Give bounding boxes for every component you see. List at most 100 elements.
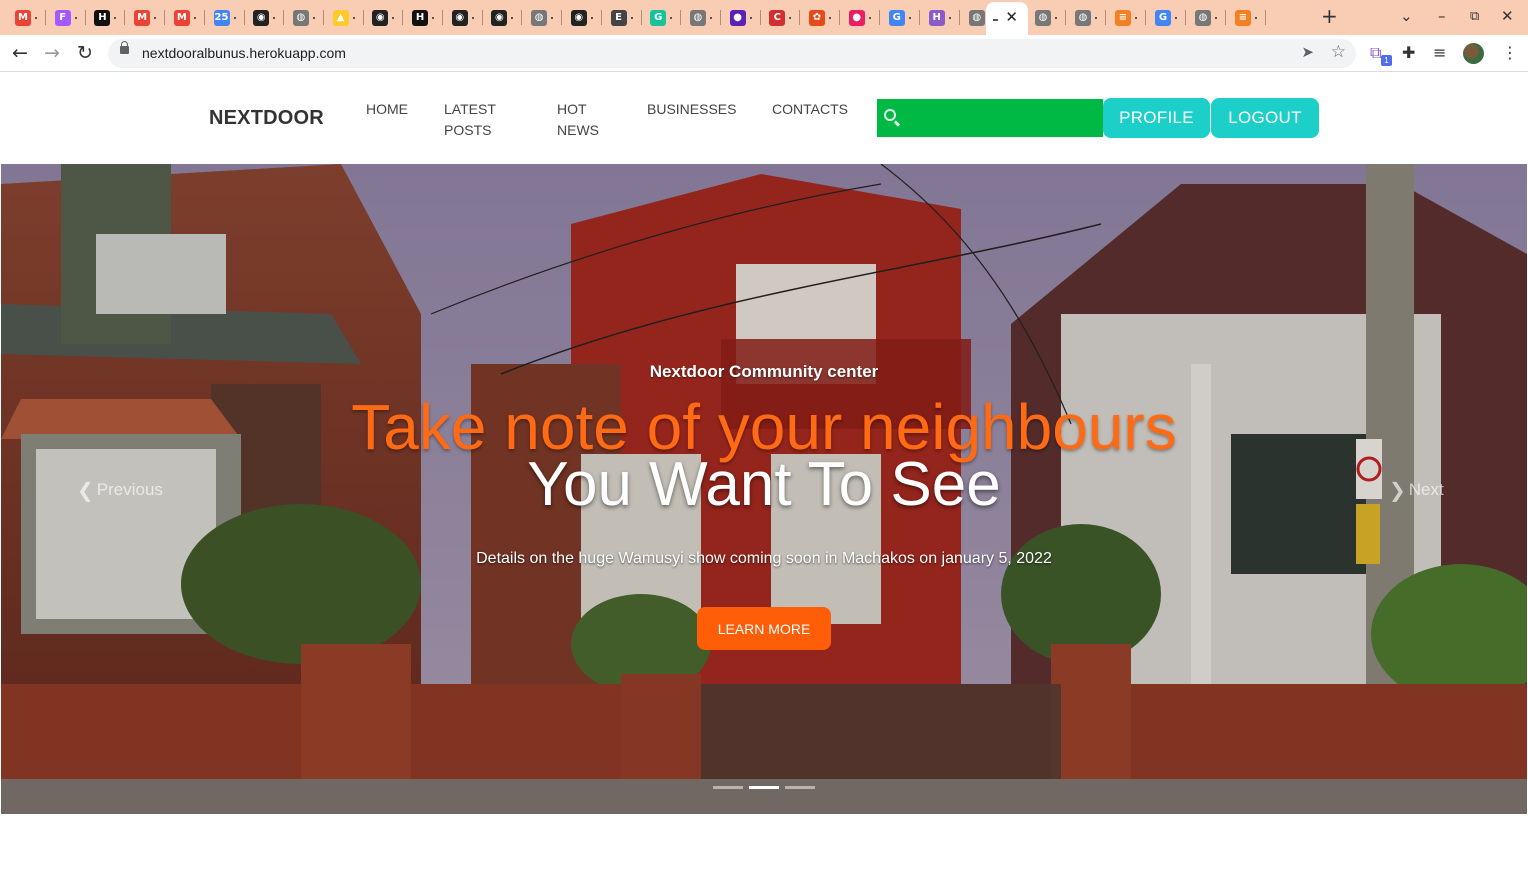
nav-businesses-label[interactable]: BUSINESSES bbox=[647, 101, 736, 117]
browser-tab[interactable]: ◍ bbox=[286, 5, 324, 30]
tab-separator bbox=[1065, 10, 1066, 25]
tab-title-ellipsis bbox=[590, 17, 593, 19]
browser-tab[interactable]: ◉ bbox=[246, 5, 285, 30]
search-field[interactable] bbox=[877, 99, 1103, 137]
browser-tab[interactable]: M bbox=[167, 5, 205, 30]
nav-home[interactable]: HOME bbox=[366, 99, 408, 120]
browser-tab[interactable]: H bbox=[922, 5, 960, 30]
close-tab-icon[interactable]: ✕ bbox=[1005, 8, 1018, 26]
browser-tab[interactable]: ◍ bbox=[683, 5, 721, 30]
reload-icon[interactable]: ↻ bbox=[77, 42, 93, 64]
restore-icon[interactable]: ⧉ bbox=[1470, 9, 1479, 24]
browser-tab-strip: M F H M M 25 ◉ ◍ ▲ ◉ H ◉ ◉ ◍ ◉ E G ◍ ● C ✿ ● G H ◍ ◍ ◍ ≡ G ◍ ≡ ✕ + ⌄ –… bbox=[0, 0, 1528, 35]
browser-tab[interactable]: ◉ bbox=[564, 5, 602, 30]
nav-hot-news-line1[interactable]: HOT bbox=[557, 101, 587, 117]
tab-separator bbox=[1145, 10, 1146, 25]
browser-tab[interactable]: ◉ bbox=[445, 5, 483, 30]
nav-hot-news-line2[interactable]: NEWS bbox=[557, 122, 599, 138]
carousel-next[interactable]: ❯ Next bbox=[1389, 478, 1444, 502]
browser-tab[interactable]: F bbox=[48, 5, 86, 30]
nav-latest-posts[interactable]: LATEST POSTS bbox=[444, 99, 496, 141]
tab-title-ellipsis bbox=[551, 17, 554, 19]
site-logo[interactable]: NEXTDOOR bbox=[209, 107, 324, 130]
tab-search-chevron-icon[interactable]: ⌄ bbox=[1400, 7, 1413, 25]
calendar-icon: 25 bbox=[213, 9, 230, 26]
browser-tab[interactable]: ◍ bbox=[524, 5, 563, 30]
puzzle-extensions-icon[interactable]: ✚ bbox=[1402, 43, 1415, 62]
carousel-indicator-1[interactable] bbox=[713, 786, 743, 789]
lock-icon[interactable] bbox=[120, 41, 129, 54]
browser-tab[interactable]: ◍ bbox=[1188, 5, 1226, 30]
nav-businesses[interactable]: BUSINESSES bbox=[647, 99, 736, 120]
carousel-next-label[interactable]: Next bbox=[1409, 480, 1444, 500]
browser-tab[interactable]: E bbox=[604, 5, 642, 30]
kebab-menu-icon[interactable]: ⋮ bbox=[1502, 43, 1518, 62]
gmail-icon: M bbox=[15, 9, 31, 26]
tab-separator bbox=[719, 10, 721, 25]
search-input[interactable] bbox=[903, 99, 1099, 137]
url-text[interactable]: nextdooralbunus.herokuapp.com bbox=[142, 45, 346, 61]
hero-subtitle: Details on the huge Wamusyi show coming … bbox=[476, 550, 1052, 567]
nav-contacts[interactable]: CONTACTS bbox=[772, 99, 848, 120]
github-icon: ◉ bbox=[372, 9, 389, 26]
browser-tab[interactable]: 25 bbox=[207, 5, 245, 30]
browser-tab[interactable]: G bbox=[643, 5, 682, 30]
carousel-previous-label[interactable]: Previous bbox=[97, 480, 163, 500]
back-arrow-icon[interactable]: ← bbox=[12, 42, 28, 64]
active-tab[interactable]: ✕ bbox=[986, 2, 1028, 35]
bookmark-star-icon[interactable]: ☆ bbox=[1331, 42, 1346, 62]
browser-tab[interactable]: M bbox=[127, 5, 166, 30]
carousel-previous[interactable]: ❮ Previous bbox=[77, 478, 163, 502]
globe-icon: ◍ bbox=[1035, 9, 1051, 26]
browser-tab[interactable]: ◍ bbox=[1028, 5, 1066, 30]
browser-tab[interactable]: H bbox=[405, 5, 443, 30]
browser-tab[interactable]: G bbox=[882, 5, 920, 30]
nav-latest-posts-line2[interactable]: POSTS bbox=[444, 122, 491, 138]
browser-tab[interactable]: H bbox=[87, 5, 126, 30]
nav-latest-posts-line1[interactable]: LATEST bbox=[444, 101, 496, 117]
browser-tab[interactable]: ≡ bbox=[1228, 5, 1266, 30]
browser-tab[interactable]: ◍ bbox=[1068, 5, 1106, 30]
hero-eyebrow: Nextdoor Community center bbox=[649, 362, 879, 381]
tab-separator bbox=[442, 10, 443, 25]
profile-avatar[interactable] bbox=[1463, 43, 1484, 64]
profile-button[interactable]: PROFILE bbox=[1103, 98, 1210, 138]
nav-hot-news[interactable]: HOT NEWS bbox=[557, 99, 599, 141]
browser-tab[interactable]: ✿ bbox=[802, 5, 840, 30]
tab-title-ellipsis bbox=[868, 17, 871, 19]
logout-button[interactable]: LOGOUT bbox=[1211, 98, 1319, 138]
nav-home-label[interactable]: HOME bbox=[366, 101, 408, 117]
browser-tab[interactable]: C bbox=[762, 5, 801, 30]
send-tab-icon[interactable]: ➤ bbox=[1301, 43, 1314, 61]
google-icon: G bbox=[1155, 9, 1171, 26]
browser-tab[interactable]: ◉ bbox=[365, 5, 404, 30]
tab-title-ellipsis bbox=[233, 17, 236, 19]
browser-tab[interactable]: G bbox=[1148, 5, 1186, 30]
tab-title-ellipsis bbox=[35, 17, 37, 19]
tab-title-ellipsis bbox=[154, 17, 157, 19]
address-bar[interactable]: nextdooralbunus.herokuapp.com ➤ ☆ bbox=[108, 39, 1356, 68]
browser-tab[interactable]: M bbox=[8, 5, 46, 30]
tab-separator bbox=[680, 10, 682, 25]
carousel-indicator-2[interactable] bbox=[749, 786, 779, 789]
nav-contacts-label[interactable]: CONTACTS bbox=[772, 101, 848, 117]
learn-more-button[interactable]: LEARN MORE bbox=[697, 607, 831, 650]
tab-separator bbox=[164, 10, 166, 25]
forward-arrow-icon[interactable]: → bbox=[44, 42, 60, 64]
browser-tab[interactable]: ◉ bbox=[484, 5, 523, 30]
browser-tab[interactable]: ● bbox=[842, 5, 880, 30]
new-tab-button[interactable]: + bbox=[1321, 4, 1338, 28]
browser-tab[interactable]: ● bbox=[723, 5, 761, 30]
browser-tab[interactable]: ≡ bbox=[1108, 5, 1146, 30]
minimize-icon[interactable]: – bbox=[1438, 7, 1446, 25]
tab-separator bbox=[759, 10, 761, 25]
hashnode-icon: H bbox=[94, 9, 111, 26]
carousel-indicator-3[interactable] bbox=[785, 786, 815, 789]
globe-icon: ◍ bbox=[968, 9, 985, 26]
browser-tab[interactable]: ▲ bbox=[326, 5, 364, 30]
media-queue-icon[interactable]: ≡ bbox=[1433, 43, 1446, 62]
tab-title-ellipsis bbox=[471, 17, 474, 19]
tab-separator bbox=[958, 10, 960, 25]
close-window-icon[interactable]: ✕ bbox=[1501, 7, 1514, 25]
extension-icon[interactable]: ⧉ bbox=[1370, 43, 1381, 63]
